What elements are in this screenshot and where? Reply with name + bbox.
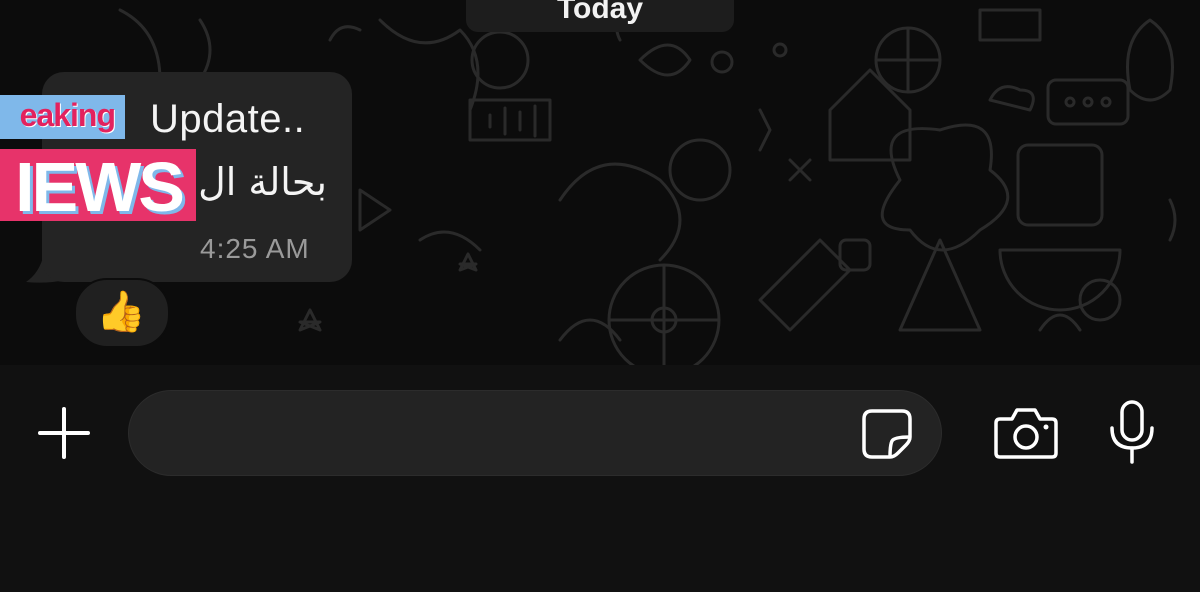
breaking-tag-text: eaking (19, 97, 116, 133)
sticker-icon (862, 409, 912, 459)
sticker-button[interactable] (860, 407, 914, 461)
camera-button[interactable] (994, 405, 1058, 461)
message-input-field[interactable] (128, 390, 942, 476)
attach-button[interactable] (36, 405, 92, 461)
message-timestamp: 4:25 AM (200, 233, 310, 264)
microphone-icon (1110, 400, 1154, 464)
breaking-tag: eaking (0, 95, 125, 139)
news-tag: IEWS (0, 148, 196, 226)
message-input[interactable] (159, 411, 863, 457)
plus-icon (38, 407, 90, 459)
news-tag-text: IEWS (15, 148, 185, 226)
voice-message-button[interactable] (1108, 400, 1156, 464)
reaction-badge[interactable]: 👍 (74, 278, 170, 348)
camera-icon (994, 408, 1058, 459)
thumbs-up-icon: 👍 (96, 290, 146, 334)
message-title: Update.. (150, 97, 306, 141)
chat-area[interactable]: Today eaking IEWS Update.. بحالة ال 4:25… (0, 0, 1200, 365)
date-divider: Today (466, 0, 734, 32)
message-body: بحالة ال (198, 160, 327, 204)
